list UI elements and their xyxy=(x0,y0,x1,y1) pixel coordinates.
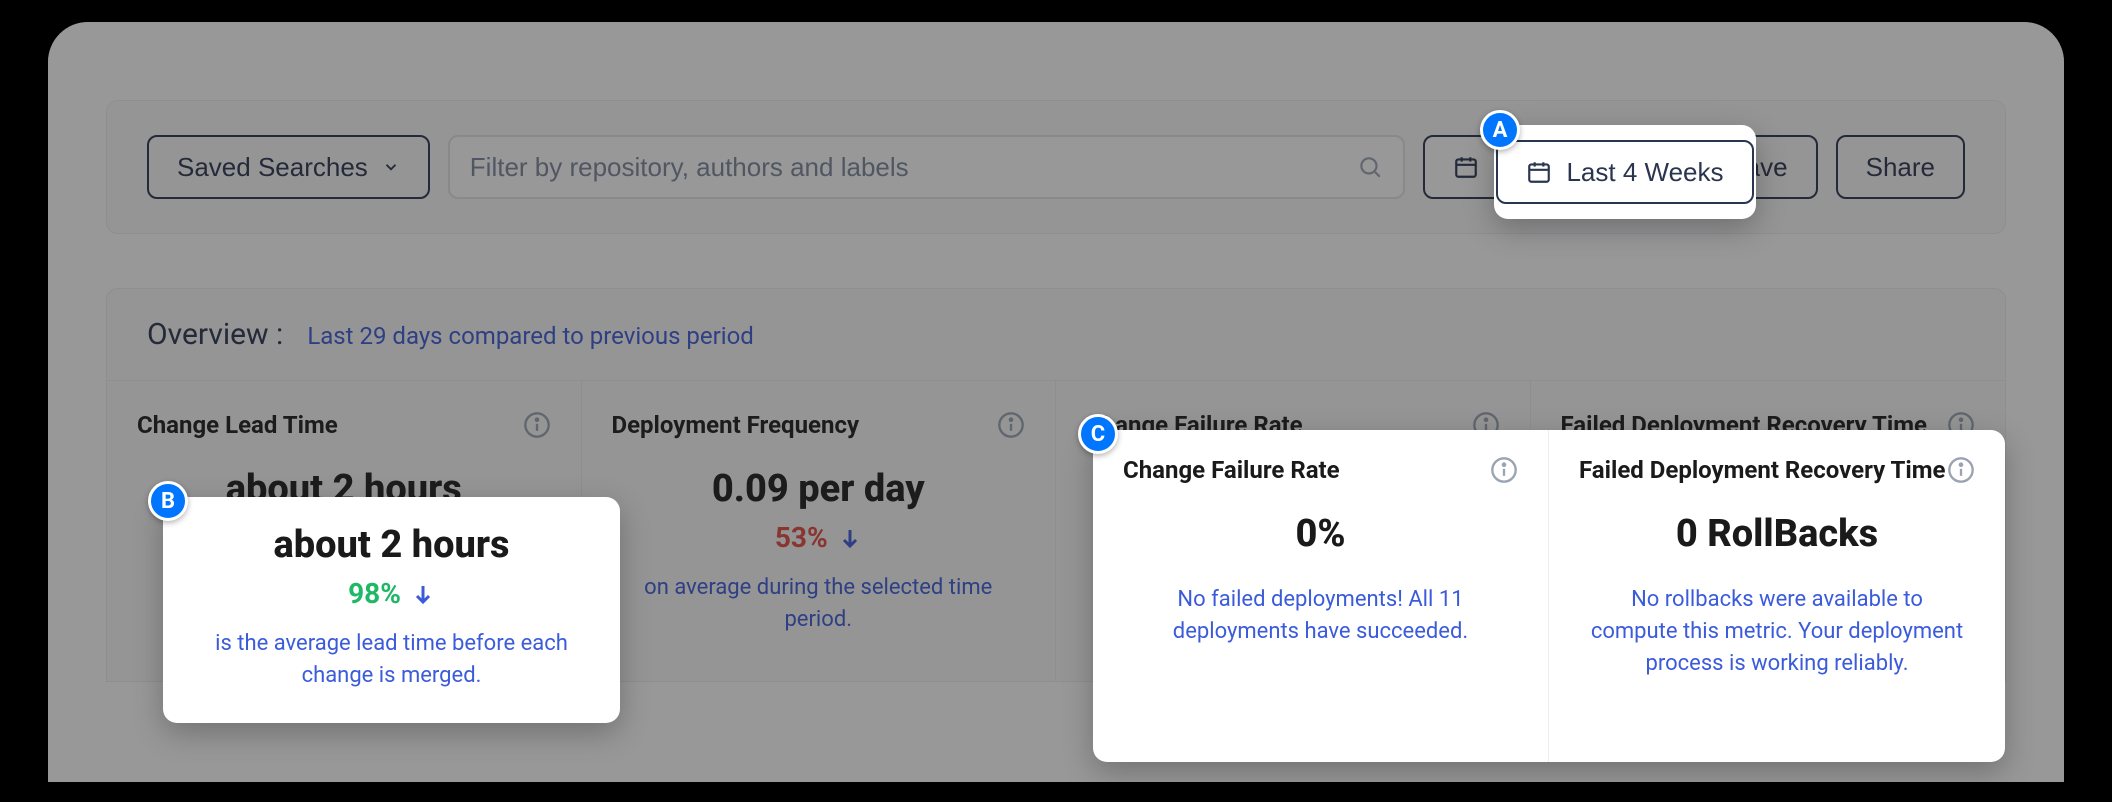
card-value: about 2 hours xyxy=(185,523,598,567)
annotation-badge-c: C xyxy=(1078,414,1118,454)
date-range-button[interactable]: Last 4 Weeks xyxy=(1496,140,1753,204)
card-delta: 53% xyxy=(775,521,862,554)
card-delta: 98% xyxy=(348,577,435,610)
info-icon[interactable] xyxy=(523,411,551,439)
card-value: 0.09 per day xyxy=(612,467,1026,511)
card-value: 0% xyxy=(1123,512,1518,556)
overview-title: Overview : xyxy=(147,317,283,352)
card-change-failure-rate: Change Failure Rate 0% No failed deploym… xyxy=(1093,430,1549,762)
card-title: Change Failure Rate xyxy=(1123,456,1340,484)
saved-searches-dropdown[interactable]: Saved Searches xyxy=(147,135,430,199)
card-title: Deployment Frequency xyxy=(612,411,860,439)
card-desc: is the average lead time before each cha… xyxy=(185,628,598,692)
app-window: Saved Searches Last 4 Weeks xyxy=(48,22,2064,782)
date-range-label: Last 4 Weeks xyxy=(1566,157,1723,188)
overview-subtitle: Last 29 days compared to previous period xyxy=(307,322,754,350)
chevron-down-icon xyxy=(382,158,400,176)
share-button[interactable]: Share xyxy=(1836,135,1965,199)
filter-input-wrap[interactable] xyxy=(448,135,1406,199)
card-deployment-frequency: Deployment Frequency 0.09 per day 53% xyxy=(582,381,1057,681)
calendar-icon xyxy=(1453,154,1479,180)
highlight-b: about 2 hours 98% is the average lead ti… xyxy=(163,497,620,723)
card-desc: No rollbacks were available to compute t… xyxy=(1579,584,1975,680)
info-icon[interactable] xyxy=(1490,456,1518,484)
highlight-a: Last 4 Weeks xyxy=(1494,125,1756,219)
saved-searches-label: Saved Searches xyxy=(177,152,368,183)
card-desc: on average during the selected time peri… xyxy=(612,572,1026,636)
annotation-badge-a: A xyxy=(1480,110,1520,150)
filter-input[interactable] xyxy=(470,152,1358,183)
card-title: Failed Deployment Recovery Time xyxy=(1579,456,1945,484)
card-value: 0 RollBacks xyxy=(1579,512,1975,556)
highlight-c: Change Failure Rate 0% No failed deploym… xyxy=(1093,430,2005,762)
card-desc: No failed deployments! All 11 deployment… xyxy=(1123,584,1518,648)
search-icon xyxy=(1357,154,1383,180)
card-title: Change Lead Time xyxy=(137,411,338,439)
overview-header: Overview : Last 29 days compared to prev… xyxy=(107,289,2005,381)
card-recovery-time: Failed Deployment Recovery Time 0 RollBa… xyxy=(1549,430,2005,762)
annotation-badge-b: B xyxy=(148,481,188,521)
arrow-down-icon xyxy=(838,526,862,550)
arrow-down-icon xyxy=(411,582,435,606)
info-icon[interactable] xyxy=(997,411,1025,439)
info-icon[interactable] xyxy=(1947,456,1975,484)
calendar-icon xyxy=(1526,159,1552,185)
